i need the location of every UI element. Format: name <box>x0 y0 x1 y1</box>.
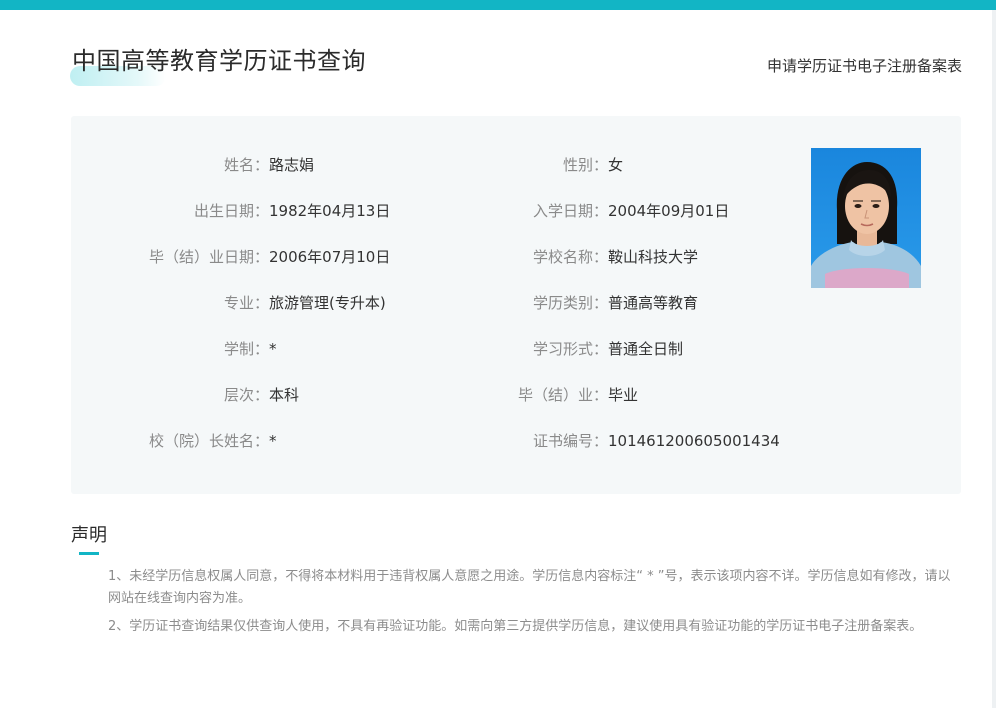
top-accent-bar <box>0 0 996 10</box>
field-study-form-value: 普通全日制 <box>608 340 684 358</box>
field-gender: 性别： 女 <box>71 153 771 177</box>
field-edu-type: 学历类别： 普通高等教育 <box>71 291 771 315</box>
statement-item-1: 1、未经学历信息权属人同意，不得将本材料用于违背权属人意愿之用途。学历信息内容标… <box>108 569 951 606</box>
field-edu-type-value: 普通高等教育 <box>608 294 699 312</box>
certificate-info-panel: 姓名： 路志娟 性别： 女 出生日期： 1982年04月13日 入学日期： 20… <box>71 116 961 494</box>
statement-heading: 声明 <box>71 525 107 546</box>
field-cert-no-value: 101461200605001434 <box>608 432 780 450</box>
field-gender-label: 性别： <box>562 156 608 174</box>
field-school-value: 鞍山科技大学 <box>608 248 699 266</box>
scrollbar-track[interactable] <box>992 10 996 708</box>
statement-item-2: 2、学历证书查询结果仅供查询人使用，不具有再验证功能。如需向第三方提供学历信息，… <box>108 619 923 634</box>
field-enroll-date-value: 2004年09月01日 <box>608 202 730 220</box>
field-school: 学校名称： 鞍山科技大学 <box>71 245 771 269</box>
portrait-illustration <box>811 148 921 288</box>
field-grad-status: 毕（结）业： 毕业 <box>71 383 771 407</box>
field-enroll-date: 入学日期： 2004年09月01日 <box>71 199 771 223</box>
student-photo <box>811 148 921 288</box>
field-study-form: 学习形式： 普通全日制 <box>71 337 771 361</box>
field-school-label: 学校名称： <box>532 248 608 266</box>
field-grad-status-value: 毕业 <box>608 386 639 404</box>
statement-heading-underline <box>79 552 99 555</box>
field-study-form-label: 学习形式： <box>532 340 608 358</box>
field-cert-no: 证书编号： 101461200605001434 <box>71 429 791 453</box>
apply-registration-form-link[interactable]: 申请学历证书电子注册备案表 <box>767 55 962 77</box>
page-title: 中国高等教育学历证书查询 <box>72 47 366 75</box>
field-enroll-date-label: 入学日期： <box>532 202 608 220</box>
field-cert-no-label: 证书编号： <box>532 432 608 450</box>
field-gender-value: 女 <box>608 156 624 174</box>
field-grad-status-label: 毕（结）业： <box>517 386 608 404</box>
field-edu-type-label: 学历类别： <box>532 294 608 312</box>
